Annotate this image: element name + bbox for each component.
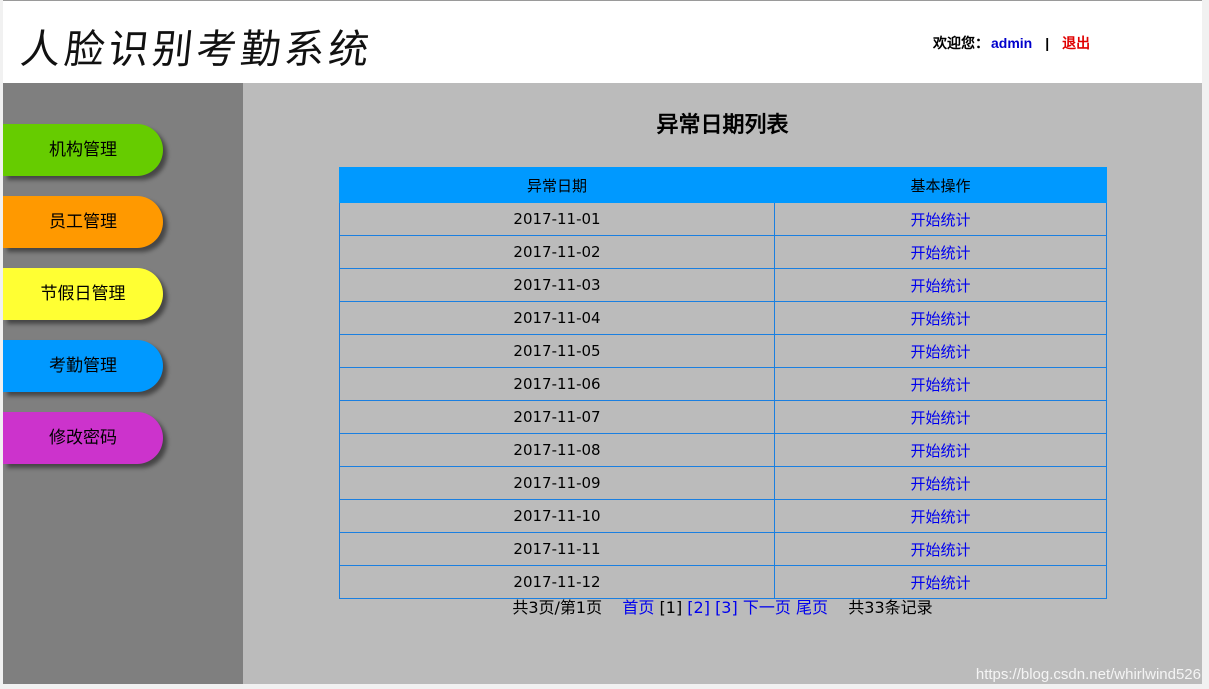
pager-summary: 共3页/第1页: [512, 598, 603, 617]
table-row: 2017-11-05 开始统计: [339, 334, 1107, 368]
start-stats-link[interactable]: 开始统计: [774, 499, 1107, 533]
watermark: https://blog.csdn.net/whirlwind526: [975, 666, 1201, 683]
abnormal-date-table: 异常日期 基本操作 2017-11-01 开始统计 2017-11-02 开始统计 20…: [339, 167, 1107, 599]
username: admin: [991, 35, 1033, 51]
header: 人脸识别考勤系统 欢迎您： admin | 退出: [3, 1, 1202, 83]
date-cell: 2017-11-10: [339, 499, 775, 533]
logout-link[interactable]: 退出: [1062, 35, 1090, 51]
table-row: 2017-11-07 开始统计: [339, 400, 1107, 434]
start-stats-link[interactable]: 开始统计: [774, 400, 1107, 434]
pager-current-page: [1]: [659, 598, 683, 617]
date-cell: 2017-11-08: [339, 433, 775, 467]
pager-last[interactable]: 尾页: [796, 598, 828, 617]
main-content: 异常日期列表 异常日期 基本操作 2017-11-01 开始统计 2017-11-0…: [243, 83, 1202, 684]
date-cell: 2017-11-02: [339, 235, 775, 269]
nav-org-management[interactable]: 机构管理: [3, 124, 163, 176]
pager-total: 共33条记录: [848, 598, 933, 617]
table-row: 2017-11-10 开始统计: [339, 499, 1107, 533]
start-stats-link[interactable]: 开始统计: [774, 367, 1107, 401]
pager-page-3[interactable]: [3]: [715, 598, 738, 617]
date-cell: 2017-11-11: [339, 532, 775, 566]
welcome-label: 欢迎您：: [933, 35, 989, 51]
date-cell: 2017-11-09: [339, 466, 775, 500]
sidebar: 机构管理 员工管理 节假日管理 考勤管理 修改密码: [3, 83, 243, 684]
user-bar: 欢迎您： admin | 退出: [933, 33, 1090, 53]
table-row: 2017-11-02 开始统计: [339, 235, 1107, 269]
column-header-action: 基本操作: [774, 167, 1107, 203]
start-stats-link[interactable]: 开始统计: [774, 301, 1107, 335]
start-stats-link[interactable]: 开始统计: [774, 433, 1107, 467]
start-stats-link[interactable]: 开始统计: [774, 235, 1107, 269]
date-cell: 2017-11-03: [339, 268, 775, 302]
table-row: 2017-11-11 开始统计: [339, 532, 1107, 566]
start-stats-link[interactable]: 开始统计: [774, 532, 1107, 566]
date-cell: 2017-11-06: [339, 367, 775, 401]
table-header-row: 异常日期 基本操作: [339, 167, 1107, 203]
nav-change-password[interactable]: 修改密码: [3, 412, 163, 464]
app-window: 人脸识别考勤系统 欢迎您： admin | 退出 机构管理 员工管理 节假日管理 考勤…: [3, 0, 1202, 684]
start-stats-link[interactable]: 开始统计: [774, 334, 1107, 368]
separator: |: [1045, 35, 1050, 51]
start-stats-link[interactable]: 开始统计: [774, 268, 1107, 302]
nav-holiday-management[interactable]: 节假日管理: [3, 268, 163, 320]
date-cell: 2017-11-01: [339, 202, 775, 236]
table-row: 2017-11-09 开始统计: [339, 466, 1107, 500]
date-cell: 2017-11-07: [339, 400, 775, 434]
pager-page-2[interactable]: [2]: [687, 598, 710, 617]
table-row: 2017-11-06 开始统计: [339, 367, 1107, 401]
start-stats-link[interactable]: 开始统计: [774, 202, 1107, 236]
pager-next[interactable]: 下一页: [743, 598, 791, 617]
nav-attendance-management[interactable]: 考勤管理: [3, 340, 163, 392]
pager-first[interactable]: 首页: [622, 598, 654, 617]
page-title: 异常日期列表: [656, 113, 789, 138]
table-row: 2017-11-01 开始统计: [339, 202, 1107, 236]
nav-employee-management[interactable]: 员工管理: [3, 196, 163, 248]
pagination: 共3页/第1页 首页 [1] [2] [3] 下一页 尾页 共33条记录: [243, 594, 1202, 618]
table-row: 2017-11-04 开始统计: [339, 301, 1107, 335]
date-cell: 2017-11-05: [339, 334, 775, 368]
start-stats-link[interactable]: 开始统计: [774, 466, 1107, 500]
column-header-date: 异常日期: [339, 167, 775, 203]
table-row: 2017-11-08 开始统计: [339, 433, 1107, 467]
table-row: 2017-11-03 开始统计: [339, 268, 1107, 302]
app-logo: 人脸识别考勤系统: [18, 27, 375, 73]
date-cell: 2017-11-04: [339, 301, 775, 335]
